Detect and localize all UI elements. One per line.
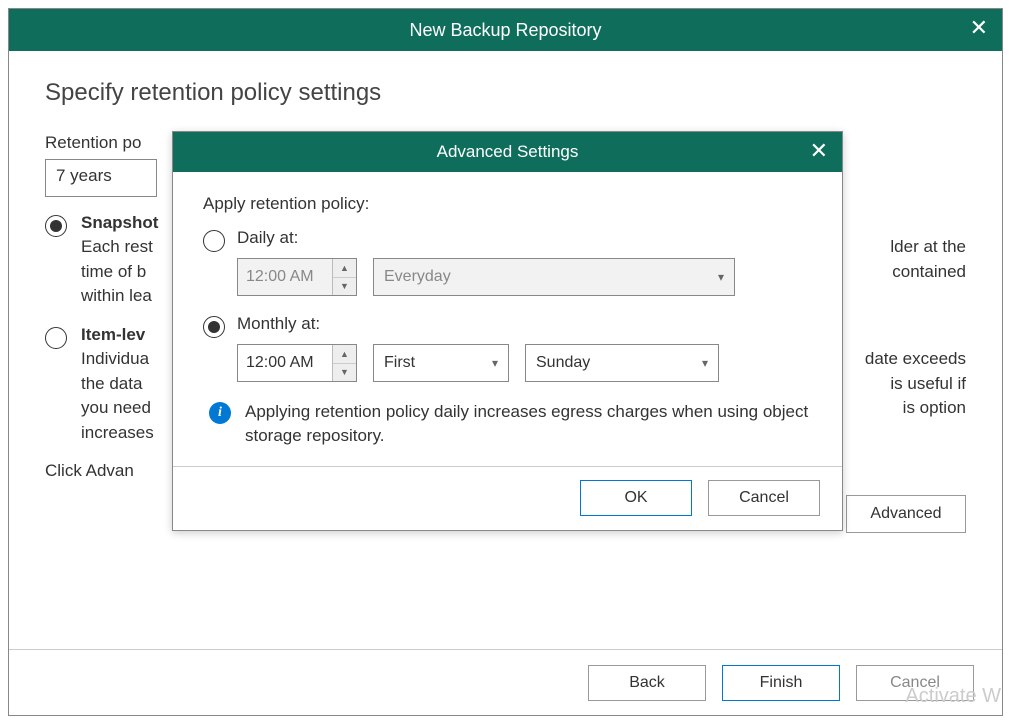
modal-footer: OK Cancel: [173, 466, 842, 530]
monthly-spinner[interactable]: ▲ ▼: [332, 345, 356, 381]
retention-value-select[interactable]: 7 years: [45, 159, 157, 197]
main-title: New Backup Repository: [409, 20, 601, 41]
close-icon[interactable]: ✕: [970, 17, 988, 39]
chevron-down-icon: ▾: [492, 356, 498, 370]
daily-inputs: 12:00 AM ▲ ▼ Everyday ▾: [237, 258, 812, 296]
daily-day-value: Everyday: [384, 268, 451, 286]
ok-button[interactable]: OK: [580, 480, 692, 516]
monthly-label: Monthly at:: [237, 314, 320, 334]
chevron-down-icon: ▾: [718, 270, 724, 284]
spinner-up-icon: ▲: [333, 259, 356, 278]
daily-time-value: 12:00 AM: [238, 259, 332, 295]
monthly-weekday-dropdown[interactable]: Sunday ▾: [525, 344, 719, 382]
monthly-inputs: 12:00 AM ▲ ▼ First ▾ Sunday ▾: [237, 344, 812, 382]
monthly-ordinal-dropdown[interactable]: First ▾: [373, 344, 509, 382]
snapshot-radio[interactable]: [45, 215, 67, 237]
modal-body: Apply retention policy: Daily at: 12:00 …: [173, 172, 842, 448]
spinner-up-icon[interactable]: ▲: [333, 345, 356, 364]
apply-policy-label: Apply retention policy:: [203, 194, 812, 214]
spinner-down-icon[interactable]: ▼: [333, 364, 356, 382]
daily-day-dropdown: Everyday ▾: [373, 258, 735, 296]
daily-spinner: ▲ ▼: [332, 259, 356, 295]
daily-label: Daily at:: [237, 228, 298, 248]
spinner-down-icon: ▼: [333, 278, 356, 296]
modal-title: Advanced Settings: [437, 142, 579, 162]
page-title: Specify retention policy settings: [45, 79, 966, 107]
info-row: i Applying retention policy daily increa…: [209, 400, 812, 448]
itemlevel-radio[interactable]: [45, 327, 67, 349]
main-titlebar: New Backup Repository ✕: [9, 9, 1002, 51]
modal-close-icon[interactable]: ✕: [810, 140, 828, 162]
daily-radio[interactable]: [203, 230, 225, 252]
monthly-ordinal-value: First: [384, 354, 415, 372]
finish-button[interactable]: Finish: [722, 665, 840, 701]
back-button[interactable]: Back: [588, 665, 706, 701]
modal-titlebar: Advanced Settings ✕: [173, 132, 842, 172]
info-text: Applying retention policy daily increase…: [245, 400, 812, 448]
daily-radio-row: Daily at:: [203, 228, 812, 252]
windows-watermark: Activate W: [905, 685, 1001, 708]
monthly-time-input[interactable]: 12:00 AM ▲ ▼: [237, 344, 357, 382]
monthly-radio[interactable]: [203, 316, 225, 338]
monthly-weekday-value: Sunday: [536, 354, 590, 372]
info-icon: i: [209, 402, 231, 424]
wizard-footer: Back Finish Cancel: [9, 649, 1002, 715]
monthly-time-value: 12:00 AM: [238, 345, 332, 381]
advanced-settings-modal: Advanced Settings ✕ Apply retention poli…: [172, 131, 843, 531]
advanced-button[interactable]: Advanced: [846, 495, 966, 533]
chevron-down-icon: ▾: [702, 356, 708, 370]
daily-time-input: 12:00 AM ▲ ▼: [237, 258, 357, 296]
modal-cancel-button[interactable]: Cancel: [708, 480, 820, 516]
monthly-radio-row: Monthly at:: [203, 314, 812, 338]
